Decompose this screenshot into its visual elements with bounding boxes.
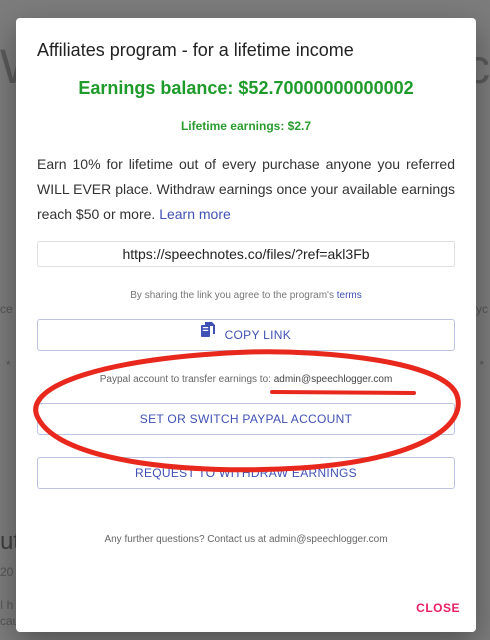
- background-text-line1: I h: [0, 598, 14, 612]
- earnings-balance: Earnings balance: $52.70000000000002: [78, 78, 414, 98]
- close-button[interactable]: CLOSE: [416, 601, 460, 615]
- withdraw-earnings-button[interactable]: REQUEST TO WITHDRAW EARNINGS: [37, 457, 455, 489]
- terms-link[interactable]: terms: [337, 290, 362, 301]
- description-text: Earn 10% for lifetime out of every purch…: [37, 156, 455, 222]
- learn-more-link[interactable]: Learn more: [159, 206, 231, 222]
- referral-link-field[interactable]: https://speechnotes.co/files/?ref=akl3Fb: [37, 241, 455, 267]
- copy-link-button[interactable]: COPY LINK: [37, 319, 455, 351]
- background-date: 20: [0, 565, 14, 579]
- paypal-email: admin@speechlogger.com: [273, 374, 393, 385]
- background-asterisk-right: *: [479, 358, 484, 372]
- terms-notice-text: By sharing the link you agree to the pro…: [130, 290, 334, 301]
- paypal-account-prefix: Paypal account to transfer earnings to:: [99, 374, 271, 385]
- background-fragment-right: yc: [476, 302, 488, 316]
- copy-icon: [200, 319, 215, 349]
- lifetime-earnings: Lifetime earnings: $2.7: [180, 119, 312, 133]
- background-asterisk-left: *: [6, 358, 11, 372]
- paypal-account-line: Paypal account to transfer earnings to: …: [16, 374, 476, 385]
- copy-link-label: COPY LINK: [224, 328, 292, 342]
- affiliates-dialog: Affiliates program - for a lifetime inco…: [16, 18, 476, 632]
- switch-paypal-button[interactable]: SET OR SWITCH PAYPAL ACCOUNT: [37, 403, 455, 435]
- dialog-title: Affiliates program - for a lifetime inco…: [37, 40, 354, 60]
- program-description: Earn 10% for lifetime out of every purch…: [37, 152, 455, 227]
- background-fragment-left: ce: [0, 302, 13, 316]
- terms-notice: By sharing the link you agree to the pro…: [16, 290, 476, 301]
- contact-notice: Any further questions? Contact us at adm…: [104, 534, 388, 545]
